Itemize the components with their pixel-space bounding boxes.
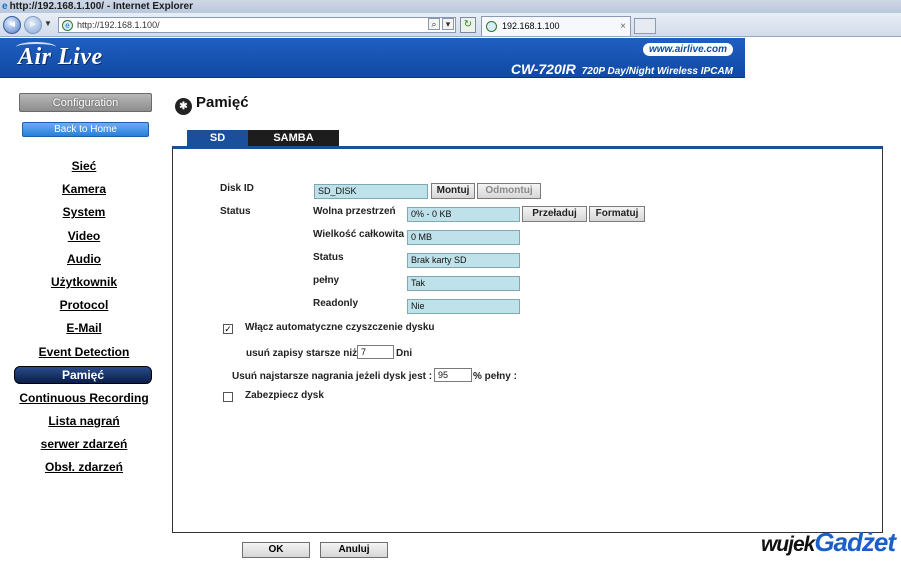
sidebar-item-audio[interactable]: Audio [0,248,168,271]
delete-older-days-input[interactable]: 7 [357,345,394,359]
forward-arrow-icon[interactable]: ► [24,16,42,34]
status-label: Status [220,206,251,217]
cancel-button[interactable]: Anuluj [320,542,388,558]
readonly-label: Readonly [313,298,359,309]
compatibility-refresh-icon[interactable]: ↻ [460,17,476,33]
sidebar-item-lista-nagran[interactable]: Lista nagrań [0,410,168,433]
delete-older-label: usuń zapisy starsze niż : [246,348,364,359]
search-icon[interactable]: ⌕ [428,18,440,30]
ok-button[interactable]: OK [242,542,310,558]
format-button[interactable]: Formatuj [589,206,645,222]
browser-navigation-bar: ◄ ► ▼ e http://192.168.1.100/ ⌕ ▾ ↻ 192.1… [0,13,901,37]
address-bar[interactable]: e http://192.168.1.100/ [58,17,456,33]
tab-sd-card[interactable]: SD Card [187,130,248,160]
unmount-button[interactable]: Odmontuj [477,183,541,199]
delete-oldest-label: Usuń najstarsze nagrania jeżeli dysk jes… [232,371,433,382]
protect-disk-checkbox[interactable] [223,392,233,402]
sidebar-item-siec[interactable]: Sieć [0,155,168,178]
website-badge[interactable]: www.airlive.com [643,43,733,56]
watermark-part1: wujek [760,533,815,556]
auto-clean-checkbox[interactable]: ✓ [223,324,233,334]
percent-full-label: % pełny : [473,371,517,382]
sidebar-item-pamiec[interactable]: Pamięć [14,365,152,384]
header-banner: Air Live www.airlive.com CW-720IR 720P Da… [0,38,745,78]
sidebar-item-uzytkownik[interactable]: Użytkownik [0,271,168,294]
watermark-part2: Gadżet [814,527,896,557]
sidebar-menu: Sieć Kamera System Video Audio Użytkowni… [0,155,168,479]
model-title: CW-720IR 720P Day/Night Wireless IPCAM [511,61,733,77]
model-description: 720P Day/Night Wireless IPCAM [581,66,733,77]
airlive-logo: Air Live [18,44,103,70]
page-title-text: Pamięć [196,94,249,111]
sidebar-item-event-detection[interactable]: Event Detection [0,341,168,364]
checkmark-icon: ✓ [224,324,232,334]
sidebar-item-protocol[interactable]: Protocol [0,294,168,317]
tab-title: 192.168.1.100 [502,21,560,31]
dropdown-icon[interactable]: ▾ [442,18,454,30]
days-label: Dni [396,348,413,359]
reload-button[interactable]: Przeładuj [522,206,587,222]
readonly-field: Nie [407,299,520,314]
protect-disk-label: Zabezpiecz dysk [245,390,324,401]
sidebar-item-email[interactable]: E-Mail [0,317,168,340]
tab-samba-server[interactable]: SAMBA Server [248,130,339,160]
tab-close-icon[interactable]: × [620,17,626,36]
configuration-button[interactable]: Configuration [19,93,152,112]
sidebar-item-obsl-zdarzen[interactable]: Obsł. zdarzeń [0,456,168,479]
total-size-label: Wielkość całkowita [313,229,405,240]
window-title-bar: e http://192.168.1.100/ - Internet Explor… [0,0,901,13]
window-title: http://192.168.1.100/ - Internet Explore… [9,1,193,12]
sidebar-item-kamera[interactable]: Kamera [0,178,168,201]
sidebar-item-video[interactable]: Video [0,225,168,248]
sidebar-item-system[interactable]: System [0,201,168,224]
browser-tab[interactable]: 192.168.1.100 × [481,16,631,36]
free-space-label: Wolna przestrzeń [313,206,396,217]
free-space-field: 0% - 0 KB [407,207,520,222]
back-to-home-button[interactable]: Back to Home [22,122,149,137]
tab-page-icon [486,21,497,32]
storage-icon: ✱ [175,98,192,115]
watermark-logo: wujekGadżet [760,527,896,558]
history-dropdown-icon[interactable]: ▼ [44,19,52,28]
address-tools: ⌕ ▾ [428,18,456,30]
sidebar-item-continuous-recording[interactable]: Continuous Recording [0,387,168,410]
status-sub-label: Status [313,252,344,263]
ie-logo-icon: e [2,1,8,12]
tab-bar: SD Card SAMBA Server [187,130,339,160]
full-field: Tak [407,276,520,291]
back-arrow-icon[interactable]: ◄ [3,16,21,34]
mount-button[interactable]: Montuj [431,183,475,199]
delete-oldest-percent-input[interactable]: 95 [434,368,472,382]
status-field: Brak karty SD [407,253,520,268]
disk-id-field: SD_DISK [314,184,428,199]
page-icon: e [62,20,73,31]
sd-card-panel: Disk ID SD_DISK Montuj Odmontuj Status W… [172,146,883,533]
auto-clean-label: Włącz automatyczne czyszczenie dysku [245,322,435,333]
model-name: CW-720IR [510,61,576,77]
page-title: ✱ Pamięć [175,94,249,115]
new-tab-button[interactable] [634,18,656,34]
address-text: http://192.168.1.100/ [77,20,160,30]
disk-id-label: Disk ID [220,183,254,194]
sidebar-item-serwer-zdarzen[interactable]: serwer zdarzeń [0,433,168,456]
total-size-field: 0 MB [407,230,520,245]
full-label: pełny [313,275,340,286]
